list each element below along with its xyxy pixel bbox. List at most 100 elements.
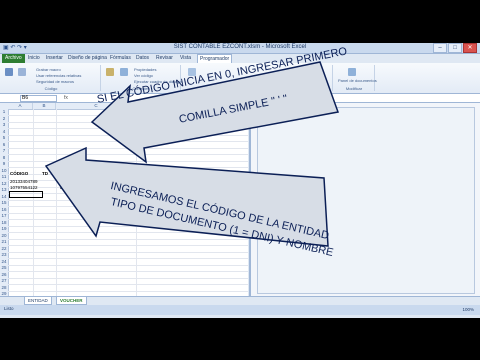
row-header-3[interactable]: 3 — [0, 122, 8, 127]
row-header-24[interactable]: 24 — [0, 259, 8, 264]
side-pane-area — [257, 107, 475, 294]
row-header-4[interactable]: 4 — [0, 129, 8, 134]
header-td: TD — [42, 171, 48, 176]
grid-row-line — [8, 141, 248, 142]
status-bar: Listo 100% — [0, 305, 480, 315]
insert-control-icon[interactable] — [106, 68, 114, 76]
side-pane — [249, 103, 480, 296]
header-codigo: CÓDIGO — [10, 171, 29, 176]
row-header-5[interactable]: 5 — [0, 135, 8, 140]
grid-row-line — [8, 160, 248, 162]
group-xml-label: XML — [252, 86, 262, 91]
row-header-8[interactable]: 8 — [0, 155, 8, 160]
fx-icon[interactable]: fx — [64, 94, 68, 102]
group-modify: Panel de documentos Modificar — [334, 65, 377, 91]
cell-code-1[interactable]: 20133404789 — [10, 179, 38, 184]
column-header-c[interactable]: C — [56, 103, 137, 109]
title-bar: ▣ ↶ ↷ ▾ SIST CONTABLE EZCONT.xlsm - Micr… — [0, 43, 480, 54]
sheet-tab-entidad[interactable]: ENTIDAD — [24, 297, 52, 305]
row-header-28[interactable]: 28 — [0, 285, 8, 290]
tab-inicio[interactable]: Inicio — [28, 54, 40, 63]
row-header-9[interactable]: 9 — [0, 161, 8, 166]
row-header-23[interactable]: 23 — [0, 252, 8, 257]
sheet-tabs: ENTIDAD VOUCHER — [0, 296, 480, 305]
close-button[interactable]: ✕ — [463, 43, 477, 53]
row-header-10[interactable]: 10 — [0, 168, 8, 173]
tab-diseno[interactable]: Diseño de página — [68, 54, 107, 63]
grid-column-line — [56, 109, 57, 296]
tab-revisar[interactable]: Revisar — [156, 54, 173, 63]
row-header-13[interactable]: 13 — [0, 187, 8, 192]
group-modify-label: Modificar — [345, 86, 363, 91]
grid-row-line — [8, 264, 248, 266]
row-header-27[interactable]: 27 — [0, 278, 8, 283]
tab-vista[interactable]: Vista — [180, 54, 191, 63]
row-header-11[interactable]: 11 — [0, 174, 8, 179]
view-code-button[interactable]: Ver código — [134, 73, 153, 78]
row-header-2[interactable]: 2 — [0, 116, 8, 121]
row-header-26[interactable]: 26 — [0, 272, 8, 277]
macros-icon[interactable] — [18, 68, 26, 76]
row-header-22[interactable]: 22 — [0, 246, 8, 251]
name-box[interactable]: B6 — [20, 95, 57, 102]
tab-insertar[interactable]: Insertar — [46, 54, 63, 63]
grid-row-line — [8, 121, 248, 123]
grid-row-line — [8, 284, 248, 285]
active-cell[interactable] — [9, 191, 43, 198]
group-code-label: Código — [44, 86, 58, 91]
minimize-button[interactable]: – — [433, 43, 447, 53]
visual-basic-icon[interactable] — [5, 68, 13, 76]
row-header-15[interactable]: 15 — [0, 200, 8, 205]
record-macro-button[interactable]: Grabar macro — [36, 67, 61, 72]
row-header-21[interactable]: 21 — [0, 239, 8, 244]
header-n: N — [56, 171, 60, 176]
relative-refs-button[interactable]: Usar referencias relativas — [36, 73, 81, 78]
tab-archivo[interactable]: Archivo — [2, 54, 25, 63]
ribbon-tabs: Archivo Inicio Insertar Diseño de página… — [0, 54, 480, 64]
grid-row-line — [8, 277, 248, 279]
grid-row-line — [8, 167, 248, 168]
grid-row-line — [8, 134, 248, 136]
grid-row-line — [8, 290, 248, 292]
column-header-b[interactable]: B — [33, 103, 56, 109]
grid-row-line — [8, 251, 248, 253]
grid-row-line — [8, 128, 248, 129]
grid-row-line — [8, 258, 248, 259]
column-header-a[interactable]: A — [8, 103, 33, 109]
grid-row-line — [8, 232, 248, 233]
cell-name-2[interactable]: EZCONT S.A.C. — [60, 185, 93, 190]
row-header-1[interactable]: 1 — [0, 109, 8, 114]
row-header-6[interactable]: 6 — [0, 142, 8, 147]
grid-row-line — [8, 245, 248, 246]
group-code: Grabar macro Usar referencias relativas … — [2, 65, 101, 91]
status-mode: Listo — [4, 306, 14, 311]
grid-row-line — [8, 271, 248, 272]
tab-formulas[interactable]: Fórmulas — [110, 54, 131, 63]
row-header-14[interactable]: 14 — [0, 194, 8, 199]
grid-row-line — [8, 238, 248, 240]
zoom-level[interactable]: 100% — [462, 307, 474, 312]
cell-code-2[interactable]: 10797554122 — [10, 185, 38, 190]
row-header-25[interactable]: 25 — [0, 265, 8, 270]
row-header-17[interactable]: 17 — [0, 213, 8, 218]
maximize-button[interactable]: □ — [448, 43, 462, 53]
grid-row-line — [8, 154, 248, 155]
excel-window: ▣ ↶ ↷ ▾ SIST CONTABLE EZCONT.xlsm - Micr… — [0, 43, 480, 318]
macro-security-button[interactable]: Seguridad de macros — [36, 79, 74, 84]
document-panel-button[interactable]: Panel de documentos — [338, 78, 377, 83]
design-mode-icon[interactable] — [120, 68, 128, 76]
grid-row-line — [8, 147, 248, 149]
row-header-7[interactable]: 7 — [0, 148, 8, 153]
row-header-16[interactable]: 16 — [0, 207, 8, 212]
grid-row-line — [8, 180, 248, 181]
row-header-12[interactable]: 12 — [0, 181, 8, 186]
sheet-tab-voucher[interactable]: VOUCHER — [56, 297, 87, 305]
row-headers: 1 2 3 4 5 6 7 8 9 10 11 12 13 14 15 16 17 18 19 20 21 22 23 24 2… — [0, 109, 9, 296]
row-header-18[interactable]: 18 — [0, 220, 8, 225]
window-title: SIST CONTABLE EZCONT.xlsm - Microsoft Ex… — [173, 44, 307, 50]
tab-datos[interactable]: Datos — [136, 54, 149, 63]
row-header-19[interactable]: 19 — [0, 226, 8, 231]
document-panel-icon[interactable] — [348, 68, 356, 76]
properties-button[interactable]: Propiedades — [134, 67, 156, 72]
row-header-20[interactable]: 20 — [0, 233, 8, 238]
